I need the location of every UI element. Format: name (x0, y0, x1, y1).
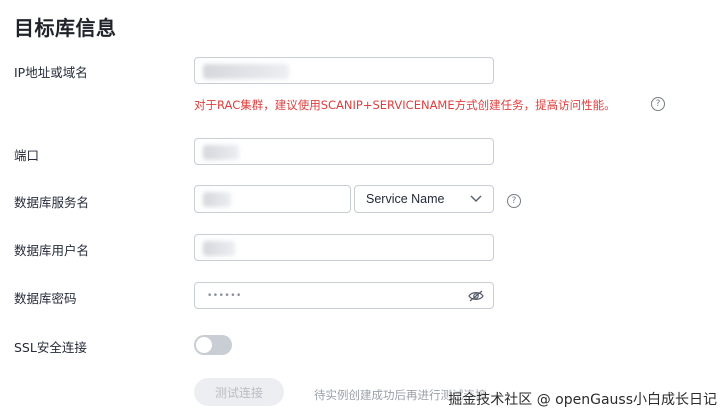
db-password-input[interactable]: •••••• (194, 282, 494, 309)
host-input[interactable] (194, 57, 494, 84)
watermark: 掘金技术社区 @ openGauss小白成长日记 (448, 392, 717, 408)
db-user-label: 数据库用户名 (14, 243, 90, 258)
help-icon[interactable]: ? (507, 194, 521, 208)
db-password-label: 数据库密码 (14, 291, 77, 306)
ssl-toggle[interactable] (194, 335, 232, 355)
service-type-value: Service Name (366, 192, 445, 206)
test-connection-button[interactable]: 测试连接 (194, 378, 284, 406)
port-label: 端口 (14, 148, 40, 163)
redacted-value (203, 64, 289, 79)
section-title: 目标库信息 (14, 16, 117, 40)
ssl-label: SSL安全连接 (14, 340, 87, 355)
help-icon[interactable]: ? (651, 97, 665, 111)
eye-hidden-icon[interactable] (468, 289, 484, 303)
chevron-down-icon (470, 195, 482, 202)
rac-tip: 对于RAC集群，建议使用SCANIP+SERVICENAME方式创建任务，提高访… (194, 98, 616, 112)
redacted-value (203, 145, 239, 160)
service-name-label: 数据库服务名 (14, 195, 90, 210)
db-user-input[interactable] (194, 234, 494, 261)
redacted-value (203, 241, 235, 256)
service-name-input[interactable] (194, 185, 351, 213)
port-input[interactable] (194, 138, 494, 165)
service-type-select[interactable]: Service Name (354, 185, 494, 213)
toggle-knob (196, 337, 212, 353)
host-label: IP地址或域名 (14, 65, 88, 80)
redacted-value (203, 192, 231, 207)
password-mask: •••••• (207, 291, 242, 301)
